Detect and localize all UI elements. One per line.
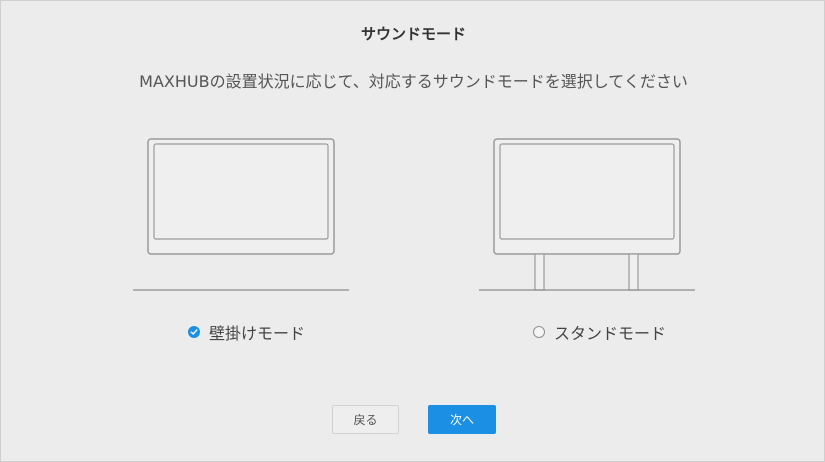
stand-display-icon	[479, 138, 695, 291]
dialog-frame: サウンドモード MAXHUBの設置状況に応じて、対応するサウンドモードを選択して…	[0, 0, 825, 462]
next-button[interactable]: 次へ	[428, 405, 496, 434]
instruction-text: MAXHUBの設置状況に応じて、対応するサウンドモードを選択してください	[139, 72, 688, 91]
back-button[interactable]: 戻る	[332, 405, 399, 434]
radio-unchecked-icon[interactable]	[533, 326, 545, 338]
option-stand[interactable]: スタンドモード	[533, 321, 666, 343]
option-wall-mount-label: 壁掛けモード	[209, 324, 306, 343]
option-wall-mount[interactable]: 壁掛けモード	[188, 321, 305, 343]
dialog-title: サウンドモード	[360, 25, 466, 43]
option-stand-label: スタンドモード	[554, 324, 667, 343]
check-circle-icon[interactable]	[188, 326, 200, 338]
wall-mounted-display-icon	[133, 138, 349, 291]
